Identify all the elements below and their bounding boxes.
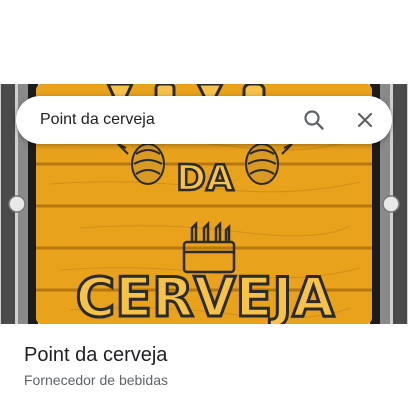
search-button[interactable] [298,104,330,136]
logo-da-text: DA [176,158,234,199]
clear-search-button[interactable] [349,104,381,136]
rivet-left [8,195,26,213]
logo-cerveja-text: CERVEJA [76,266,335,324]
place-info[interactable]: Point da cerveja Fornecedor de bebidas [24,342,168,390]
search-bar[interactable]: Point da cerveja [16,96,392,144]
close-icon [357,112,373,128]
bottom-edge [0,404,408,408]
rivet-right [382,195,400,213]
search-input[interactable]: Point da cerveja [40,96,155,144]
search-icon [304,110,324,130]
top-blank-area [0,0,408,84]
place-category: Fornecedor de bebidas [24,372,168,388]
place-title: Point da cerveja [24,344,168,366]
